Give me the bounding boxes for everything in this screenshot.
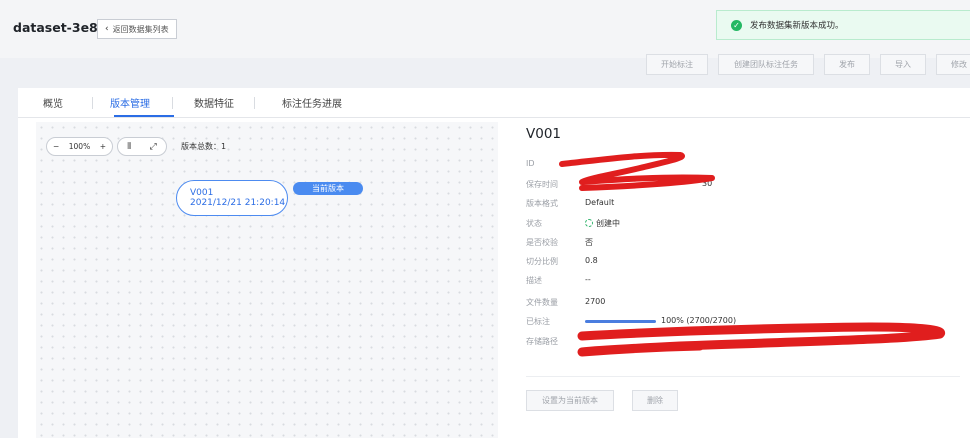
detail-divider — [526, 376, 960, 377]
version-total: 版本总数：1 — [181, 142, 227, 151]
current-version-badge: 当前版本 — [293, 182, 363, 195]
tab-data-features[interactable]: 数据特征 — [194, 95, 234, 110]
version-node-name: V001 — [190, 188, 214, 198]
version-detail-title: V001 — [526, 126, 562, 142]
status-text: 创建中 — [596, 219, 620, 228]
tab-divider — [92, 97, 93, 109]
back-button-label: 返回数据集列表 — [112, 24, 169, 34]
tab-overview[interactable]: 概览 — [43, 95, 63, 110]
tab-divider — [172, 97, 173, 109]
tab-annotation-progress[interactable]: 标注任务进展 — [282, 95, 342, 110]
delete-button[interactable]: 删除 — [632, 390, 678, 411]
chevron-left-icon: ‹ — [105, 24, 109, 34]
file-count-label: 文件数量 — [526, 298, 558, 307]
check-circle-icon: ✓ — [731, 19, 742, 31]
tab-version-management[interactable]: 版本管理 — [110, 95, 150, 110]
toast-message: 发布数据集新版本成功。 — [750, 21, 844, 31]
active-tab-indicator — [114, 115, 174, 117]
import-button[interactable]: 导入 — [880, 54, 926, 75]
start-annotation-button[interactable]: 开始标注 — [646, 54, 708, 75]
description-label: 描述 — [526, 276, 542, 285]
description-value: -- — [585, 275, 591, 284]
version-graph-canvas[interactable] — [36, 122, 498, 438]
split-value: 0.8 — [585, 256, 598, 265]
graph-tools: ⫴ ⤢ — [117, 137, 167, 156]
zoom-level: 100% — [68, 142, 91, 151]
back-to-list-button[interactable]: ‹ 返回数据集列表 — [97, 19, 177, 39]
format-label: 版本格式 — [526, 199, 558, 208]
publish-button[interactable]: 发布 — [824, 54, 870, 75]
status-label: 状态 — [526, 219, 542, 228]
dataset-title: dataset-3e82 — [13, 20, 107, 35]
layout-icon[interactable]: ⫴ — [127, 142, 131, 152]
storage-path-label: 存储路径 — [526, 337, 558, 346]
save-time-label: 保存时间 — [526, 180, 558, 189]
id-label: ID — [526, 159, 535, 168]
verify-label: 是否校验 — [526, 238, 558, 247]
zoom-in-button[interactable]: + — [100, 142, 106, 151]
tab-divider — [254, 97, 255, 109]
verify-value: 否 — [585, 238, 593, 247]
version-node[interactable]: V001 2021/12/21 21:20:14 — [176, 180, 288, 216]
format-value: Default — [585, 198, 615, 207]
split-label: 切分比例 — [526, 257, 558, 266]
create-team-task-button[interactable]: 创建团队标注任务 — [718, 54, 814, 75]
labeled-label: 已标注 — [526, 317, 550, 326]
action-bar: 开始标注 创建团队标注任务 发布 导入 修改 — [0, 54, 970, 78]
version-node-time: 2021/12/21 21:20:14 — [190, 198, 286, 208]
zoom-control: − 100% + — [46, 137, 113, 156]
file-count-value: 2700 — [585, 297, 606, 306]
save-time-value: 30 — [702, 179, 713, 188]
success-toast: ✓ 发布数据集新版本成功。 — [716, 10, 970, 40]
labeled-progress-text: 100% (2700/2700) — [661, 316, 737, 325]
zoom-out-button[interactable]: − — [53, 142, 59, 151]
loading-icon — [585, 219, 593, 227]
status-value: 创建中 — [585, 218, 620, 229]
fullscreen-icon[interactable]: ⤢ — [150, 142, 157, 152]
tab-bar: 概览 版本管理 数据特征 标注任务进展 — [18, 88, 970, 118]
labeled-progress-bar — [585, 320, 656, 323]
set-current-version-button[interactable]: 设置为当前版本 — [526, 390, 614, 411]
edit-button[interactable]: 修改 — [936, 54, 970, 75]
